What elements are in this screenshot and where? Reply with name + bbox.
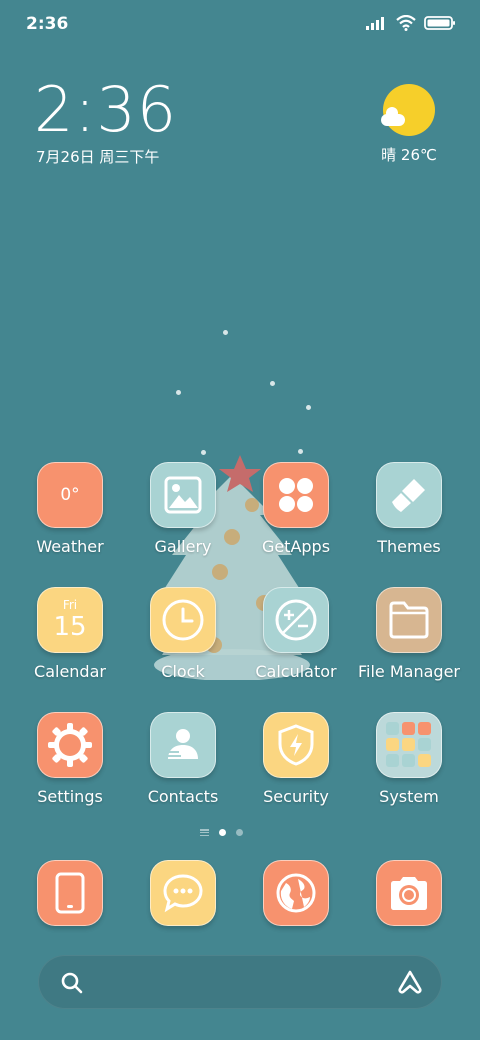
app-label: Contacts	[147, 787, 219, 806]
app-themes[interactable]: Themes	[353, 462, 465, 556]
shield-icon	[263, 712, 329, 778]
app-calendar[interactable]: Fri 15 Calendar	[14, 587, 126, 681]
calendar-icon: Fri 15	[37, 587, 103, 653]
dock-messaging[interactable]	[127, 860, 239, 926]
contact-icon	[150, 712, 216, 778]
sun-cloud-icon	[381, 84, 435, 136]
app-file-manager[interactable]: File Manager	[353, 587, 465, 681]
camera-icon	[376, 860, 442, 926]
clock-icon	[150, 587, 216, 653]
dock-browser[interactable]	[240, 860, 352, 926]
signal-icon	[366, 17, 384, 30]
app-security[interactable]: Security	[240, 712, 352, 806]
folder-grid-icon	[376, 712, 442, 778]
app-getapps[interactable]: GetApps	[240, 462, 352, 556]
app-contacts[interactable]: Contacts	[127, 712, 239, 806]
getapps-icon	[263, 462, 329, 528]
status-time: 2:36	[26, 14, 69, 34]
menu-lines-icon	[200, 829, 209, 836]
messaging-icon	[150, 860, 216, 926]
brush-icon	[376, 462, 442, 528]
page-indicator[interactable]	[200, 829, 243, 836]
app-calculator[interactable]: Calculator	[240, 587, 352, 681]
app-settings[interactable]: Settings	[14, 712, 126, 806]
app-weather[interactable]: 0° Weather	[14, 462, 126, 556]
app-label: Calculator	[255, 662, 337, 681]
dock-phone[interactable]	[14, 860, 126, 926]
page-dot-active	[219, 829, 226, 836]
weather-icon-temp: 0°	[60, 485, 80, 505]
app-label: Calendar	[34, 662, 106, 681]
battery-icon	[424, 16, 455, 30]
weather-icon: 0°	[37, 462, 103, 528]
app-label: File Manager	[358, 662, 460, 681]
clock-widget-time[interactable]: 2:36	[34, 74, 177, 146]
app-label: System	[379, 787, 439, 806]
wifi-icon	[396, 15, 416, 31]
calendar-icon-date: 15	[53, 611, 87, 642]
app-label: Themes	[377, 537, 441, 556]
page-dot	[236, 829, 243, 836]
app-label: Clock	[161, 662, 205, 681]
app-system-folder[interactable]: System	[353, 712, 465, 806]
folder-icon	[376, 587, 442, 653]
browser-icon	[263, 860, 329, 926]
weather-widget-text: 晴 26℃	[381, 146, 437, 164]
app-clock[interactable]: Clock	[127, 587, 239, 681]
calculator-icon	[263, 587, 329, 653]
app-gallery[interactable]: Gallery	[127, 462, 239, 556]
weather-widget[interactable]: 晴 26℃	[374, 84, 444, 165]
app-label: Gallery	[154, 537, 212, 556]
status-icons	[366, 15, 456, 31]
clock-widget-date[interactable]: 7月26日 周三下午	[36, 146, 159, 167]
status-bar: 2:36	[0, 0, 480, 50]
search-bar[interactable]	[38, 955, 442, 1009]
gallery-icon	[150, 462, 216, 528]
dock-camera[interactable]	[353, 860, 465, 926]
gear-icon	[37, 712, 103, 778]
search-icon[interactable]	[60, 971, 84, 995]
assistant-icon[interactable]	[396, 969, 424, 995]
app-label: Security	[263, 787, 329, 806]
app-label: GetApps	[261, 537, 331, 556]
calendar-icon-day: Fri	[62, 597, 78, 612]
app-label: Weather	[36, 537, 104, 556]
phone-icon	[37, 860, 103, 926]
app-label: Settings	[37, 787, 103, 806]
